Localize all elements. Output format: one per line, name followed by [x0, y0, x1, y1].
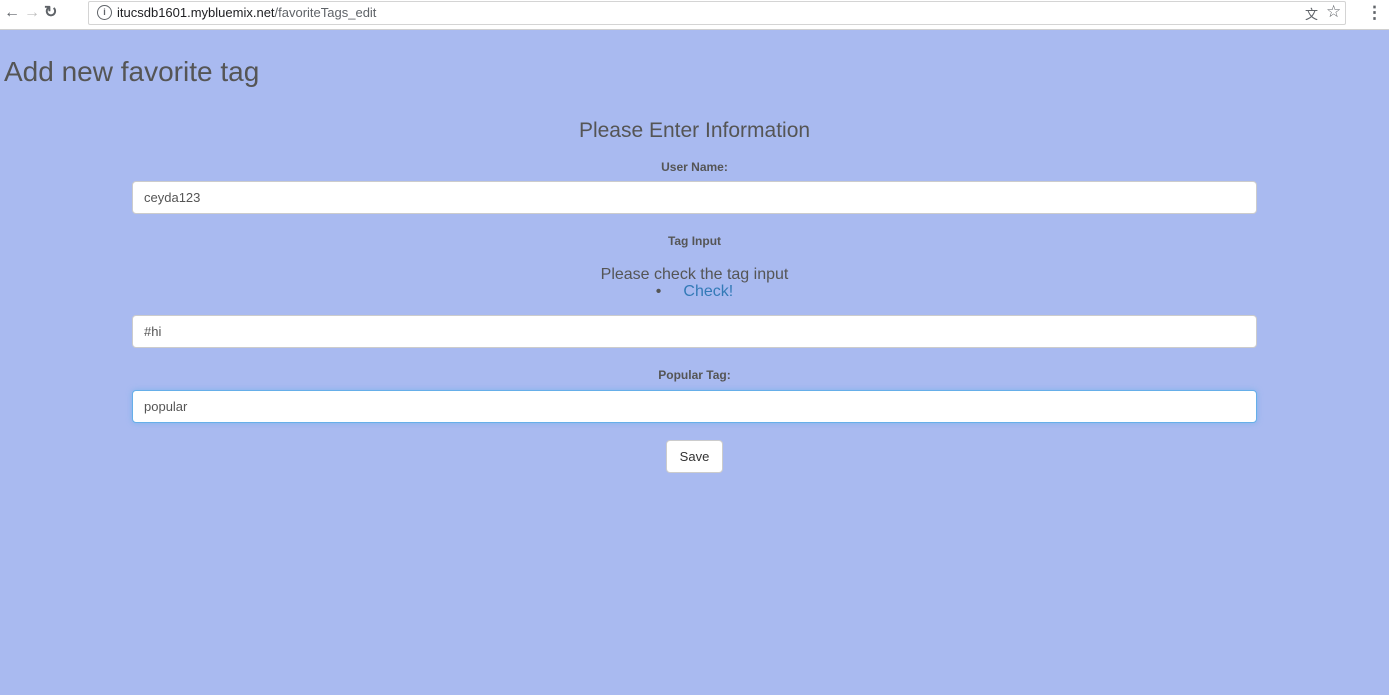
- username-input[interactable]: [132, 181, 1257, 214]
- popular-tag-label: Popular Tag:: [658, 368, 731, 382]
- bookmark-star-icon[interactable]: ☆: [1326, 2, 1341, 22]
- url-path: /favoriteTags_edit: [274, 5, 377, 20]
- back-arrow-icon[interactable]: ←: [4, 4, 20, 22]
- popular-tag-input[interactable]: [132, 390, 1257, 423]
- check-list-item: • Check!: [0, 283, 1389, 301]
- tag-input-label: Tag Input: [667, 234, 722, 248]
- browser-menu-icon[interactable]: ⋮: [1366, 3, 1383, 23]
- translate-icon[interactable]: 文: [1305, 4, 1318, 23]
- url-host: itucsdb1601.mybluemix.net: [117, 5, 275, 20]
- tag-input-field[interactable]: [132, 315, 1257, 348]
- address-bar[interactable]: i itucsdb1601.mybluemix.net/favoriteTags…: [88, 1, 1346, 25]
- url-text: itucsdb1601.mybluemix.net/favoriteTags_e…: [117, 5, 376, 20]
- check-link[interactable]: Check!: [683, 283, 733, 300]
- save-button[interactable]: Save: [666, 440, 723, 473]
- username-label: User Name:: [661, 160, 728, 174]
- forward-arrow-icon[interactable]: →: [24, 4, 40, 22]
- page-title: Add new favorite tag: [4, 56, 260, 87]
- browser-toolbar: ← → ↻ i itucsdb1601.mybluemix.net/favori…: [0, 0, 1389, 30]
- info-icon[interactable]: i: [97, 5, 112, 20]
- reload-icon[interactable]: ↻: [44, 4, 57, 22]
- bullet-icon: •: [655, 283, 662, 300]
- form-title: Please Enter Information: [578, 119, 811, 142]
- tag-validation-message: Please check the tag input: [600, 266, 789, 283]
